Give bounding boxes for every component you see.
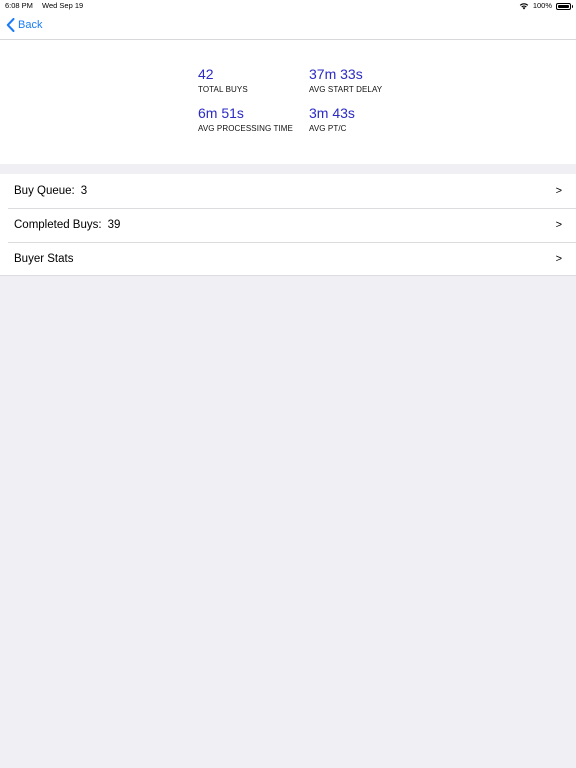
status-bar: 6:08 PM Wed Sep 19 100% [0, 0, 576, 12]
row-count: 39 [107, 219, 121, 231]
row-label: Buy Queue: [14, 185, 75, 197]
chevron-right-icon: > [555, 185, 562, 197]
stat-total-buys: 42 TOTAL BUYS [198, 65, 248, 95]
stat-value: 6m 51s [198, 105, 244, 121]
navigation-bar: Back [0, 12, 576, 40]
list-item-buy-queue[interactable]: Buy Queue: 3 > [0, 174, 576, 208]
app-screen: 6:08 PM Wed Sep 19 100% Back 42 TOTAL BU… [0, 0, 576, 768]
wifi-icon [519, 3, 529, 10]
stat-avg-ptc: 3m 43s AVG PT/C [309, 104, 355, 134]
status-time: 6:08 PM [5, 1, 33, 10]
row-count: 3 [80, 185, 88, 197]
status-left: 6:08 PM Wed Sep 19 [5, 0, 83, 12]
menu-list: Buy Queue: 3 > Completed Buys: 39 > Buye… [0, 174, 576, 276]
stats-panel: 42 TOTAL BUYS 37m 33s AVG START DELAY 6m… [0, 40, 576, 164]
stat-label: TOTAL BUYS [198, 85, 248, 94]
stat-value: 37m 33s [309, 66, 363, 82]
list-item-buyer-stats[interactable]: Buyer Stats > [0, 242, 576, 276]
stat-value: 42 [198, 66, 214, 82]
battery-icon [556, 2, 573, 10]
chevron-left-icon [6, 18, 15, 32]
stat-avg-processing-time: 6m 51s AVG PROCESSING TIME [198, 104, 293, 134]
stat-avg-start-delay: 37m 33s AVG START DELAY [309, 65, 382, 95]
list-item-completed-buys[interactable]: Completed Buys: 39 > [0, 208, 576, 242]
back-label: Back [18, 19, 43, 31]
back-button[interactable]: Back [6, 16, 42, 34]
stat-label: AVG PROCESSING TIME [198, 124, 293, 133]
status-date: Wed Sep 19 [42, 1, 84, 10]
battery-percent: 100% [532, 1, 552, 10]
stat-value: 3m 43s [309, 105, 355, 121]
stat-label: AVG PT/C [309, 124, 347, 133]
row-label: Buyer Stats [14, 253, 74, 265]
row-label: Completed Buys: [14, 219, 102, 231]
chevron-right-icon: > [555, 253, 562, 265]
stat-label: AVG START DELAY [309, 85, 383, 94]
status-right: 100% [519, 0, 573, 12]
chevron-right-icon: > [555, 219, 562, 231]
